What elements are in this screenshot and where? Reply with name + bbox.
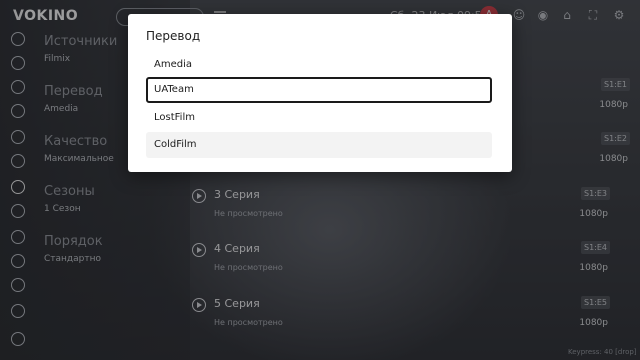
option-lostfilm[interactable]: LostFilm (146, 105, 492, 131)
option-coldfilm[interactable]: ColdFilm (146, 132, 492, 158)
translation-dialog: Перевод Amedia UATeam LostFilm ColdFilm (128, 14, 512, 172)
option-uateam[interactable]: UATeam (146, 77, 492, 103)
dialog-title: Перевод (146, 29, 201, 43)
option-amedia[interactable]: Amedia (146, 52, 492, 78)
